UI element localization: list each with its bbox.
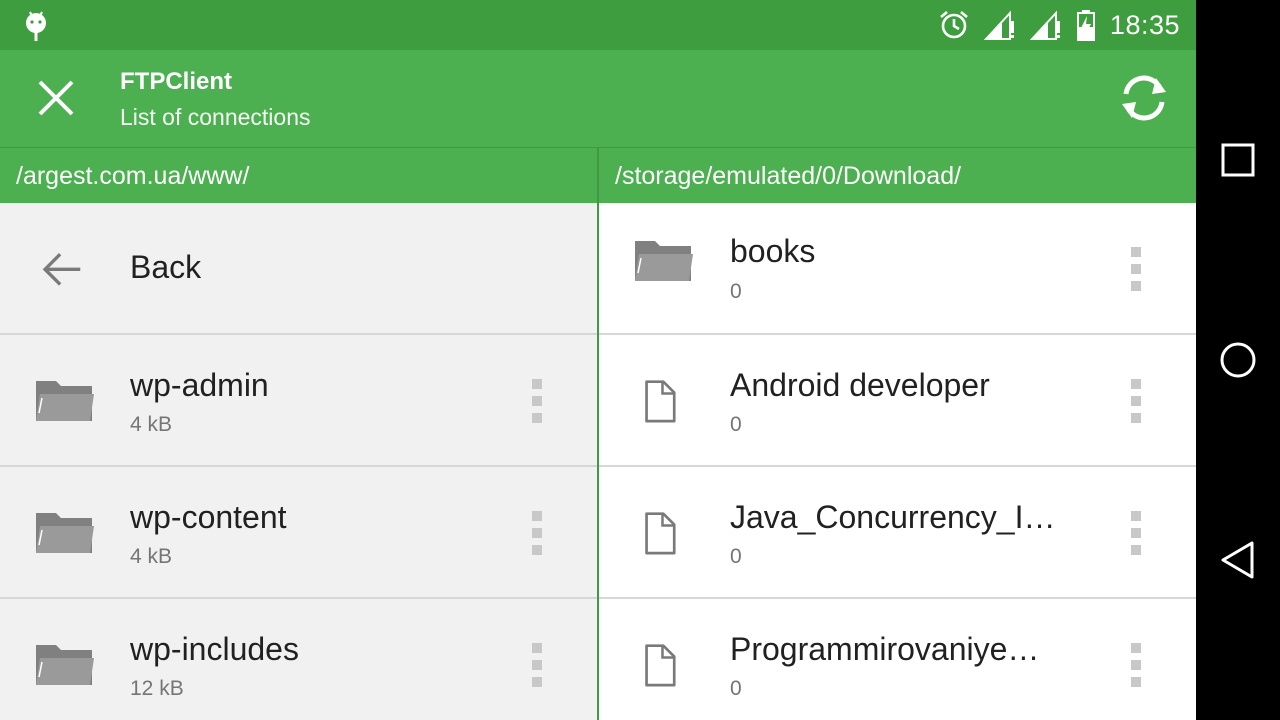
remote-file-list: Back wp-admin 4 kB wp-content 4 kB wp-in… [0, 203, 597, 720]
item-size: 0 [730, 413, 742, 436]
home-icon [1220, 342, 1256, 378]
signal-icon [1029, 10, 1060, 40]
more-vert-icon[interactable] [1130, 379, 1142, 423]
item-size: 0 [730, 677, 742, 700]
refresh-icon[interactable] [1116, 70, 1172, 126]
signal-icon [983, 10, 1014, 40]
list-item[interactable]: Android developer 0 [599, 335, 1196, 467]
alarm-icon [940, 11, 968, 39]
clock: 18:35 [1109, 9, 1180, 40]
more-vert-icon[interactable] [1130, 511, 1142, 555]
back-triangle-icon [1221, 541, 1254, 579]
list-item[interactable]: wp-admin 4 kB [0, 335, 597, 467]
file-icon [645, 644, 676, 687]
more-vert-icon[interactable] [531, 643, 543, 687]
battery-charging-icon [1076, 10, 1095, 41]
back-label: Back [130, 249, 202, 285]
system-nav-bar [1196, 0, 1280, 720]
item-size: 0 [730, 280, 742, 303]
folder-icon [36, 381, 94, 421]
back-row[interactable]: Back [0, 203, 597, 335]
more-vert-icon[interactable] [1130, 247, 1142, 291]
recents-icon [1221, 143, 1255, 177]
item-name: Programmirovaniye… [730, 631, 1040, 667]
item-size: 12 kB [130, 677, 184, 700]
item-name: books [730, 233, 816, 269]
file-icon [645, 380, 676, 423]
item-name: wp-includes [130, 631, 299, 667]
more-vert-icon[interactable] [531, 379, 543, 423]
app-subtitle: List of connections [120, 104, 311, 130]
item-size: 4 kB [130, 545, 173, 568]
item-name: wp-content [130, 499, 287, 535]
right-path-bar: /storage/emulated/0/Download/ [599, 147, 1196, 203]
folder-icon [36, 645, 94, 685]
close-icon[interactable] [30, 72, 82, 124]
recents-button[interactable] [1196, 120, 1280, 200]
item-name: Android developer [730, 367, 990, 403]
list-item[interactable]: Programmirovaniye… 0 [599, 599, 1196, 720]
app-title: FTPClient [120, 68, 232, 95]
android-debug-icon [26, 11, 46, 41]
left-path-bar: /argest.com.ua/www/ [0, 147, 597, 203]
more-vert-icon[interactable] [531, 511, 543, 555]
home-button[interactable] [1196, 320, 1280, 400]
list-item[interactable]: wp-includes 12 kB [0, 599, 597, 720]
file-icon [645, 512, 676, 555]
item-size: 0 [730, 545, 742, 568]
list-item[interactable]: wp-content 4 kB [0, 467, 597, 599]
more-vert-icon[interactable] [1130, 643, 1142, 687]
item-size: 4 kB [130, 413, 173, 436]
app-bar: FTPClient List of connections [0, 50, 1196, 147]
item-name: Java_Concurrency_I… [730, 499, 1056, 535]
back-button[interactable] [1196, 520, 1280, 600]
list-item[interactable]: Java_Concurrency_I… 0 [599, 467, 1196, 599]
local-file-list: books 0 Android developer 0 Java_Concurr… [599, 203, 1196, 720]
status-bar: 18:35 [0, 0, 1196, 50]
folder-icon [635, 241, 693, 281]
item-name: wp-admin [130, 367, 269, 403]
list-item[interactable]: books 0 [599, 203, 1196, 335]
folder-icon [36, 513, 94, 553]
arrow-back-icon [42, 253, 81, 286]
